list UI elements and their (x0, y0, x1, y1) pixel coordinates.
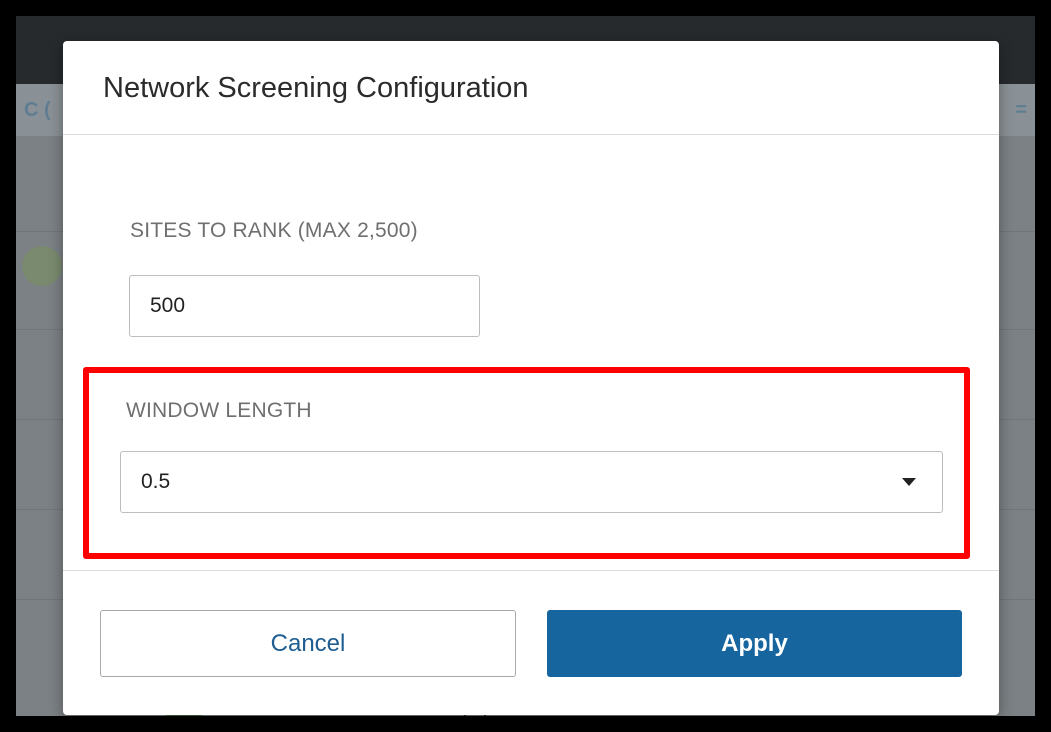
dialog-header: Network Screening Configuration (63, 41, 999, 135)
network-screening-dialog: Network Screening Configuration SITES TO… (63, 41, 999, 715)
background-text-right: = (1015, 99, 1027, 121)
cancel-button[interactable]: Cancel (100, 610, 516, 677)
dialog-footer-divider (63, 570, 999, 571)
sites-to-rank-label: SITES TO RANK (MAX 2,500) (130, 219, 418, 242)
dialog-title: Network Screening Configuration (103, 72, 529, 104)
highlight-box (83, 367, 970, 559)
apply-button[interactable]: Apply (547, 610, 962, 677)
background-text-left: C ( (24, 99, 51, 121)
sites-to-rank-input[interactable]: 500 (129, 275, 480, 337)
background-map-blob (22, 246, 62, 286)
